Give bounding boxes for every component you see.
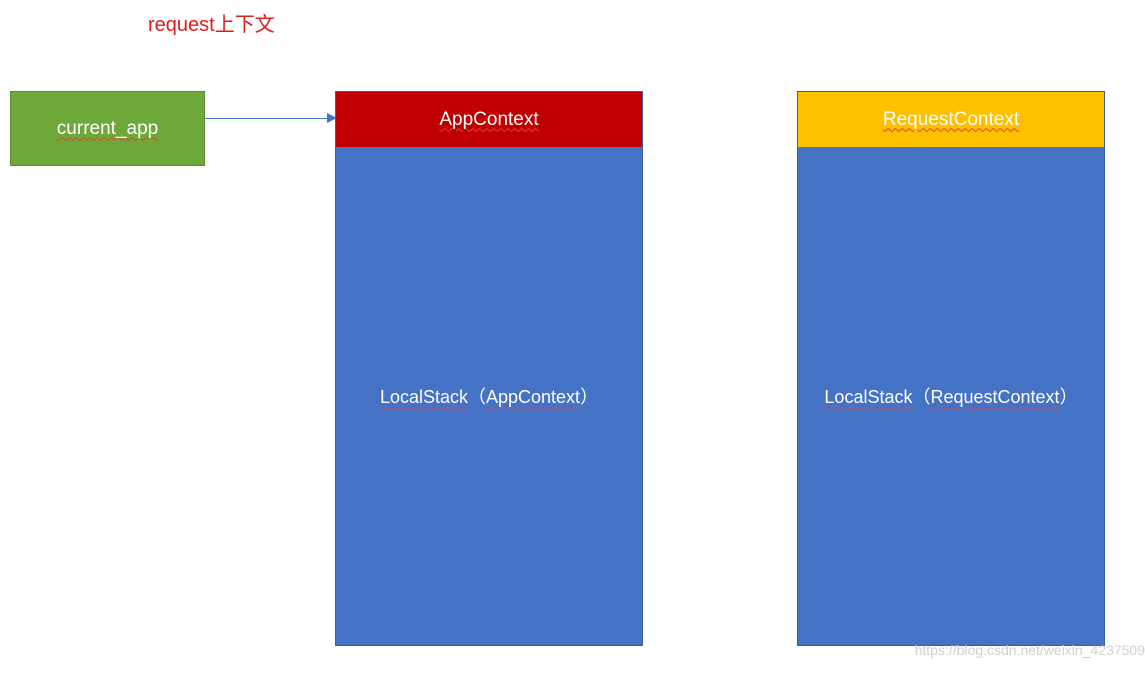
localstack-label-left: LocalStack (380, 387, 468, 407)
localstack-label-right: LocalStack (824, 387, 912, 407)
current-app-box: current_app (10, 91, 205, 166)
current-app-label: current_app (57, 118, 158, 140)
arrow-line (205, 118, 335, 119)
diagram-title: request上下文 (148, 8, 275, 37)
request-context-header: RequestContext (798, 92, 1104, 147)
request-context-stack: RequestContext LocalStack（RequestContext… (797, 91, 1105, 646)
appcontext-param-left: AppContext (486, 387, 580, 407)
app-context-stack: AppContext LocalStack（AppContext） (335, 91, 643, 646)
app-context-header: AppContext (336, 92, 642, 147)
request-context-body-label: LocalStack（RequestContext） (824, 383, 1077, 409)
app-context-header-label: AppContext (439, 109, 538, 131)
app-context-body-label: LocalStack（AppContext） (380, 383, 598, 409)
request-context-body: LocalStack（RequestContext） (798, 147, 1104, 645)
request-context-header-label: RequestContext (883, 109, 1019, 131)
requestcontext-param-right: RequestContext (930, 387, 1059, 407)
app-context-body: LocalStack（AppContext） (336, 147, 642, 645)
watermark: https://blog.csdn.net/weixin_4237509 (915, 642, 1145, 658)
